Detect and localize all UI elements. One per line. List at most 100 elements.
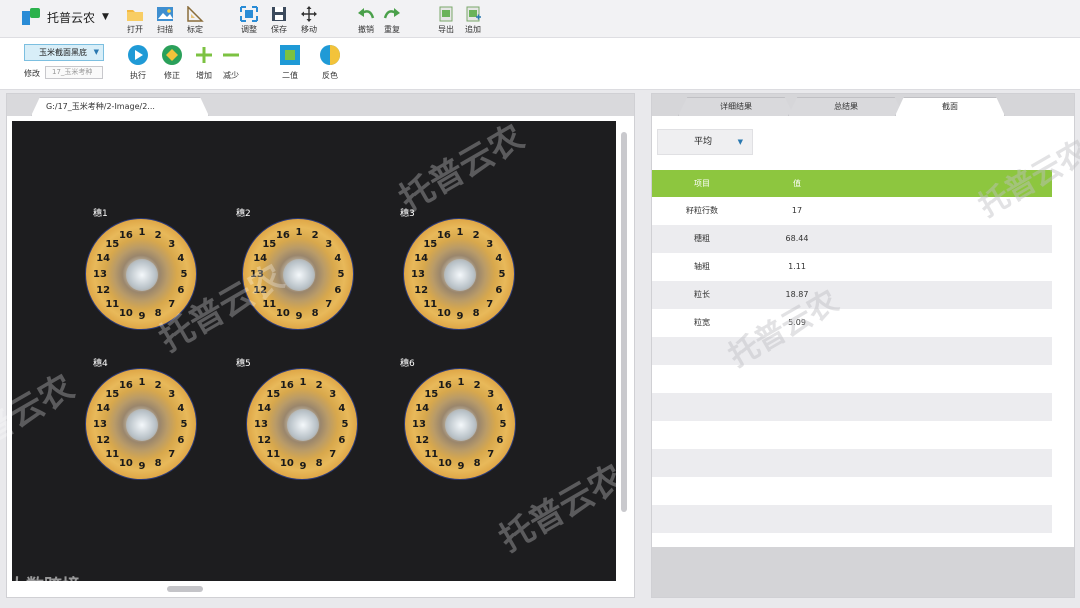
kernel-row-number: 12: [96, 285, 111, 297]
append-sheet-icon: [464, 6, 482, 22]
kernel-row-number: 14: [96, 402, 111, 414]
image-tab-bar: G:/17_玉米考种/2-Image/2...: [7, 94, 634, 116]
aggregate-select[interactable]: 平均 ▼: [657, 129, 753, 155]
kernel-row-number: 13: [411, 269, 425, 280]
ear-label-4: 穗4: [93, 359, 108, 369]
ear-label-3: 穗3: [400, 209, 415, 219]
corn-ear-4[interactable]: 1 2 3 4 5 6 7 8 9 10 11 12 13 14 15 16: [85, 368, 197, 480]
kernel-row-number: 16: [275, 230, 290, 242]
kernel-row-number: 8: [154, 307, 162, 319]
watermark-text: 托普云农: [492, 457, 631, 560]
kernel-row-number: 9: [299, 461, 307, 472]
scan-button[interactable]: 扫描: [148, 6, 182, 35]
results-tab-bar: 详细结果 总结果 截面: [652, 94, 1074, 116]
results-table: 项目 值 籽粒行数 17 穗粗 68.44 轴粗 1.11 粒长 18.87 粒…: [652, 170, 1052, 561]
kernel-row-number: 3: [325, 239, 333, 251]
reduce-button[interactable]: 减少: [214, 44, 248, 81]
kernel-row-number: 16: [118, 230, 133, 242]
table-row[interactable]: 轴粗 1.11: [652, 253, 1052, 281]
kernel-row-number: 15: [262, 239, 277, 251]
ruler-icon: [186, 5, 204, 22]
save-button[interactable]: 保存: [262, 6, 296, 35]
kernel-row-number: 7: [486, 298, 494, 310]
adjust-button[interactable]: 调整: [232, 6, 266, 35]
kernel-row-number: 2: [315, 380, 323, 392]
kernel-row-number: 16: [279, 380, 294, 392]
move-arrows-icon: [300, 6, 318, 22]
kernel-row-number: 12: [414, 285, 429, 297]
app-logo[interactable]: 托普云农 ▼: [22, 8, 109, 26]
kernel-row-number: 8: [311, 307, 319, 319]
kernel-row-number: 14: [253, 252, 268, 264]
kernel-row-number: 2: [154, 230, 162, 242]
image-file-tab[interactable]: G:/17_玉米考种/2-Image/2...: [31, 97, 209, 116]
kernel-row-number: 3: [168, 239, 176, 251]
kernel-row-number: 1: [299, 377, 307, 388]
kernel-row-number: 15: [105, 239, 120, 251]
table-row[interactable]: 籽粒行数 17: [652, 197, 1052, 225]
binary-square-icon: [279, 44, 301, 66]
tab-cross-section[interactable]: 截面: [895, 97, 1005, 116]
column-header-item: 项目: [694, 179, 710, 188]
table-row[interactable]: 穗粗 68.44: [652, 225, 1052, 253]
kernel-row-number: 11: [262, 298, 277, 310]
binary-button[interactable]: 二值: [273, 44, 307, 81]
kernel-row-number: 4: [177, 252, 185, 264]
kernel-row-number: 4: [338, 402, 346, 414]
table-row-empty: [652, 477, 1052, 505]
ear-label-5: 穗5: [236, 359, 251, 369]
kernel-row-number: 12: [257, 435, 272, 447]
kernel-row-number: 5: [337, 269, 345, 280]
kernel-row-number: 5: [499, 419, 507, 430]
horizontal-scrollbar[interactable]: [167, 586, 203, 592]
kernel-row-number: 9: [138, 461, 146, 472]
chevron-down-icon: ▼: [737, 138, 743, 146]
play-icon: [127, 44, 149, 66]
corn-ear-6[interactable]: 1 2 3 4 5 6 7 8 9 10 11 12 13 14 15 16: [404, 368, 516, 480]
kernel-row-number: 7: [487, 448, 495, 460]
kernel-row-number: 9: [138, 311, 146, 322]
move-button[interactable]: 移动: [292, 6, 326, 35]
image-canvas[interactable]: 穗1 穗2 穗3 穗4 穗5 穗6 1 2 3 4 5 6 7 8 9 10 11 12 13 14 15 1…: [0, 117, 631, 581]
table-row-empty: [652, 393, 1052, 421]
edit-name-input[interactable]: 17_玉米考种: [45, 66, 103, 79]
vertical-scrollbar[interactable]: [621, 132, 627, 512]
minus-icon: [220, 44, 242, 66]
corn-ear-2[interactable]: 1 2 3 4 5 6 7 8 9 10 11 12 13 14 15 16: [242, 218, 354, 330]
kernel-row-number: 14: [257, 402, 272, 414]
kernel-row-number: 9: [457, 461, 465, 472]
invert-button[interactable]: 反色: [313, 44, 347, 81]
correct-button[interactable]: 修正: [155, 44, 189, 81]
tab-total-results[interactable]: 总结果: [788, 97, 904, 116]
open-button[interactable]: 打开: [118, 6, 152, 35]
kernel-row-number: 16: [436, 230, 451, 242]
kernel-row-number: 15: [423, 239, 438, 251]
results-footer: [652, 547, 1074, 597]
append-button[interactable]: 追加: [456, 6, 490, 35]
column-header-value: 值: [793, 179, 801, 188]
corn-ear-1[interactable]: 1 2 3 4 5 6 7 8 9 10 11 12 13 14 15 16: [85, 218, 197, 330]
table-row[interactable]: 粒宽 5.09: [652, 309, 1052, 337]
table-row[interactable]: 粒长 18.87: [652, 281, 1052, 309]
kernel-row-number: 1: [138, 227, 146, 238]
kernel-row-number: 6: [177, 435, 185, 447]
corn-ear-3[interactable]: 1 2 3 4 5 6 7 8 9 10 11 12 13 14 15 16: [403, 218, 515, 330]
tab-detail-results[interactable]: 详细结果: [678, 97, 794, 116]
kernel-row-number: 15: [424, 389, 439, 401]
kernel-row-number: 11: [105, 298, 120, 310]
corn-ear-5[interactable]: 1 2 3 4 5 6 7 8 9 10 11 12 13 14 15 16: [246, 368, 358, 480]
brand-watermark: 大数跨境: [8, 576, 80, 597]
ear-label-6: 穗6: [400, 359, 415, 369]
kernel-row-number: 16: [118, 380, 133, 392]
execute-button[interactable]: 执行: [121, 44, 155, 81]
undo-arrow-icon: [357, 6, 375, 22]
kernel-row-number: 10: [437, 457, 452, 469]
redo-button[interactable]: 重复: [375, 6, 409, 35]
results-panel: 详细结果 总结果 截面 平均 ▼ 项目 值 籽粒行数 17 穗粗 68.44 轴…: [651, 93, 1080, 598]
calibrate-button[interactable]: 标定: [178, 5, 212, 35]
redo-arrow-icon: [383, 6, 401, 22]
kernel-row-number: 12: [253, 285, 268, 297]
kernel-row-number: 4: [495, 252, 503, 264]
kernel-row-number: 10: [436, 307, 451, 319]
mode-select[interactable]: 玉米截面黑底 ▼: [24, 44, 104, 61]
